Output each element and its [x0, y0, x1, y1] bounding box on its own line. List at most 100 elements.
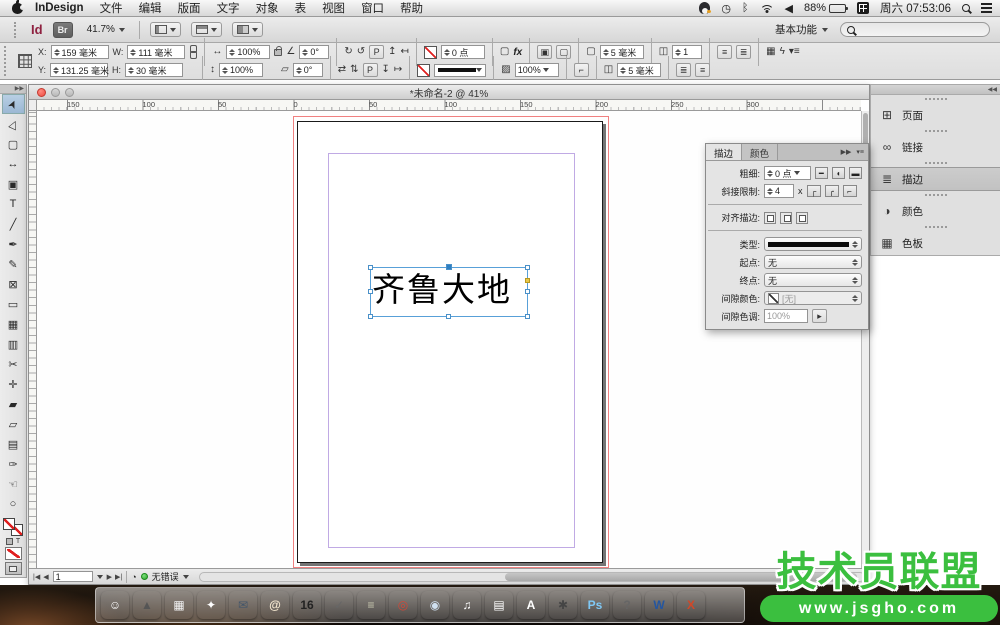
- tool-button[interactable]: ▱: [2, 414, 25, 434]
- tool-button[interactable]: ▤: [2, 434, 25, 454]
- distribute-buttons[interactable]: ≣: [736, 45, 751, 59]
- selected-text-frame[interactable]: 齐鲁大地: [370, 267, 528, 317]
- tool-button[interactable]: ↔: [2, 154, 25, 174]
- tool-button[interactable]: ➤: [2, 94, 25, 114]
- handle-mid-right[interactable]: [525, 289, 530, 294]
- last-page-button[interactable]: ▶|: [115, 573, 122, 581]
- fit-frame-right-icon[interactable]: ↦: [394, 65, 402, 75]
- dock-panel-button[interactable]: ◑ 颜色: [871, 199, 1000, 223]
- bluetooth-icon[interactable]: ᛒ: [742, 2, 749, 14]
- width-field[interactable]: 111 毫米: [127, 45, 185, 59]
- fill-stroke-indicator[interactable]: [3, 518, 23, 536]
- wifi-icon[interactable]: [760, 3, 774, 13]
- tool-button[interactable]: ▦: [2, 314, 25, 334]
- tool-button[interactable]: ▣: [2, 174, 25, 194]
- dock-app-icon[interactable]: ◎: [389, 591, 417, 619]
- search-input[interactable]: [840, 22, 990, 37]
- minimize-window-button[interactable]: [51, 88, 60, 97]
- round-cap-button[interactable]: ◖: [832, 167, 845, 179]
- ruler-origin-box[interactable]: [29, 100, 37, 111]
- scale-x-field[interactable]: 100%: [226, 45, 270, 59]
- constrain-dimensions-icon[interactable]: [189, 45, 197, 59]
- stroke-weight-field[interactable]: 0 点: [441, 45, 485, 59]
- input-method-icon[interactable]: [857, 2, 869, 14]
- dock-app-icon[interactable]: ▤: [485, 591, 513, 619]
- menu-item[interactable]: 编辑: [139, 3, 162, 15]
- arrange-documents-button[interactable]: [232, 22, 263, 37]
- quick-apply-icon[interactable]: ϟ: [780, 47, 785, 57]
- handle-top-right[interactable]: [525, 265, 530, 270]
- menu-item[interactable]: 帮助: [400, 3, 423, 15]
- volume-icon[interactable]: ◀: [785, 2, 793, 15]
- miter-limit-input[interactable]: 4: [764, 184, 794, 198]
- panel-collapse-icon[interactable]: ▶▶: [841, 148, 852, 156]
- tool-button[interactable]: ▢: [2, 134, 25, 154]
- rotation-angle-field[interactable]: 0°: [299, 45, 329, 59]
- tools-panel-collapse[interactable]: ▶▶: [0, 85, 26, 94]
- scale-lock-icon[interactable]: [274, 49, 282, 56]
- page[interactable]: 齐鲁大地: [297, 121, 603, 563]
- fill-swatch-none[interactable]: [424, 46, 437, 59]
- flip-horizontal-button[interactable]: ⇄: [338, 65, 346, 75]
- dock-app-icon[interactable]: ✱: [549, 591, 577, 619]
- dock-panel-button[interactable]: ⊞ 页面: [871, 103, 1000, 127]
- butt-cap-button[interactable]: ━: [815, 167, 828, 179]
- fill-swatch[interactable]: [3, 518, 15, 530]
- panel-grip[interactable]: [871, 127, 1000, 135]
- page-list-dropdown[interactable]: [97, 575, 103, 579]
- dock-app-icon[interactable]: ▦: [165, 591, 193, 619]
- panel-grip[interactable]: [871, 223, 1000, 231]
- dock-app-icon[interactable]: ☺: [101, 591, 129, 619]
- height-field[interactable]: 30 毫米: [125, 63, 183, 77]
- opacity-field[interactable]: 100%: [515, 63, 559, 77]
- page-number-field[interactable]: 1: [53, 571, 93, 582]
- panel-grip[interactable]: [871, 159, 1000, 167]
- dock-app-icon[interactable]: ✉: [229, 591, 257, 619]
- wrap-bounding-box-button[interactable]: ▢: [556, 45, 571, 59]
- panel-menu-icon[interactable]: ▾≡: [789, 47, 800, 57]
- corner-editor-handle[interactable]: [525, 278, 530, 283]
- stroke-panel-menu-icon[interactable]: ▾≡: [856, 148, 864, 156]
- dock-app-icon[interactable]: ✦: [197, 591, 225, 619]
- y-position-field[interactable]: 131.25 毫米: [50, 63, 108, 77]
- notification-center-icon[interactable]: [981, 3, 992, 12]
- panel-grip[interactable]: [871, 95, 1000, 103]
- menu-item[interactable]: 文件: [100, 3, 123, 15]
- stroke-type-dropdown[interactable]: [764, 237, 862, 251]
- close-window-button[interactable]: [37, 88, 46, 97]
- dock-app-icon[interactable]: ?: [613, 591, 641, 619]
- align-buttons-2[interactable]: ≣: [676, 63, 691, 77]
- tool-button[interactable]: ☜: [2, 474, 25, 494]
- tool-button[interactable]: ▷: [2, 114, 25, 134]
- rotate-cw-button[interactable]: ↻: [344, 47, 352, 57]
- flip-vertical-button[interactable]: ⇅: [350, 65, 358, 75]
- dock-app-icon[interactable]: A: [517, 591, 545, 619]
- dock-app-icon[interactable]: W: [645, 591, 673, 619]
- shear-angle-field[interactable]: 0°: [293, 63, 323, 77]
- handle-top-center[interactable]: [446, 264, 452, 270]
- align-buttons[interactable]: ≡: [717, 45, 732, 59]
- battery-indicator[interactable]: 88%: [804, 2, 846, 14]
- tab-color[interactable]: 颜色: [742, 144, 778, 160]
- screen-mode-toggle[interactable]: [5, 562, 22, 575]
- dock-expand-icon[interactable]: ◀◀: [871, 85, 1000, 95]
- miter-join-button[interactable]: ┌: [807, 185, 821, 197]
- spotlight-icon[interactable]: [962, 4, 970, 12]
- formatting-container-icon[interactable]: [6, 538, 13, 545]
- dock-app-icon[interactable]: ✓: [325, 591, 353, 619]
- first-page-button[interactable]: |◀: [33, 573, 40, 581]
- formatting-text-icon[interactable]: T: [16, 538, 20, 545]
- align-stroke-center-button[interactable]: [764, 212, 776, 224]
- dock-app-icon[interactable]: 16: [293, 591, 321, 619]
- dock-app-icon[interactable]: ≡: [357, 591, 385, 619]
- stroke-end-dropdown[interactable]: 无: [764, 273, 862, 287]
- rotate-ccw-button[interactable]: ↺: [357, 47, 365, 57]
- fit-content-down-icon[interactable]: ↧: [382, 65, 390, 75]
- dock-panel-button[interactable]: ≣ 描边: [871, 167, 1000, 191]
- round-join-button[interactable]: ╭: [825, 185, 839, 197]
- x-position-field[interactable]: 159 毫米: [51, 45, 109, 59]
- menu-item[interactable]: 视图: [322, 3, 345, 15]
- qq-penguin-icon[interactable]: [699, 2, 710, 14]
- zoom-level-dropdown[interactable]: 41.7%: [83, 22, 129, 37]
- menu-item[interactable]: 版面: [178, 3, 201, 15]
